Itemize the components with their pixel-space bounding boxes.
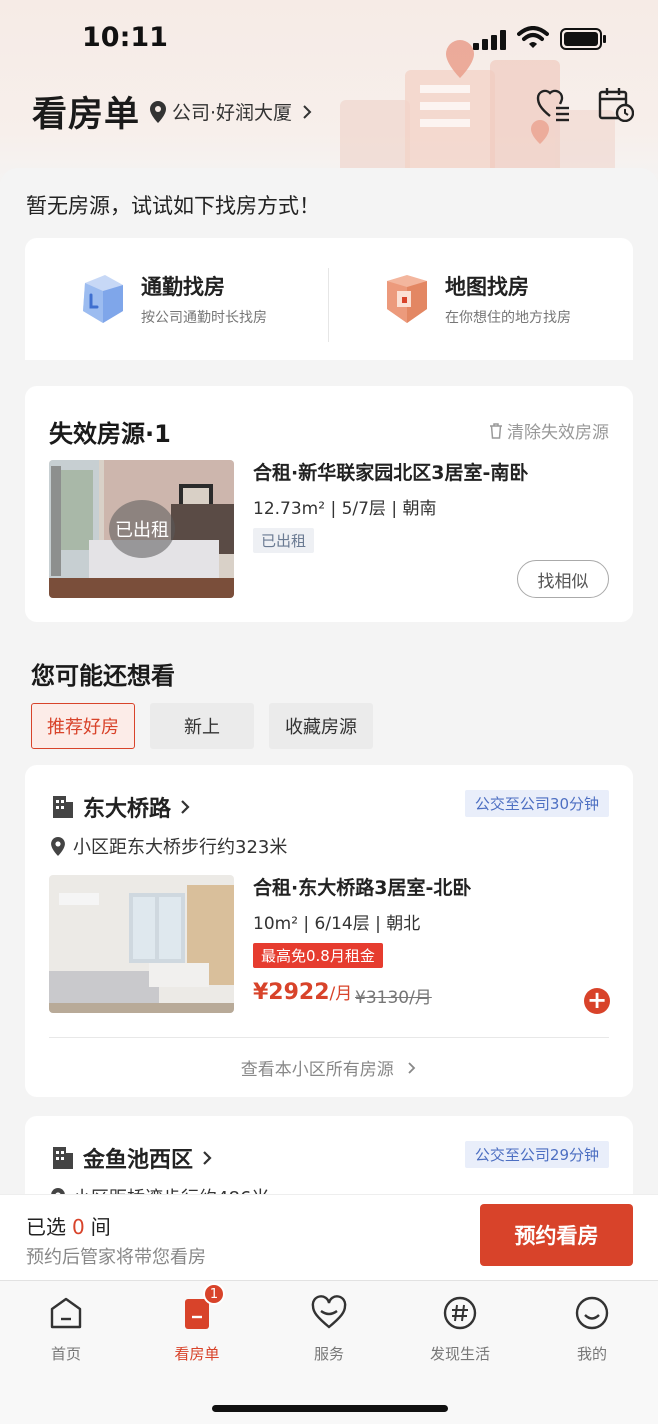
- content-area[interactable]: 暂无房源，试试如下找房方式！ 通勤找房 按公司通勤时长找房 地图找房 在你想住的…: [0, 168, 658, 1194]
- tab-label: 看房单: [174, 1345, 220, 1363]
- location-selector[interactable]: 公司·好润大厦: [150, 98, 318, 125]
- map-search-title: 地图找房: [445, 275, 529, 299]
- selected-prefix: 已选: [26, 1215, 66, 1239]
- commute-search-title: 通勤找房: [141, 275, 225, 299]
- invalid-listings-card: 失效房源·1 清除失效房源 已出租 合租·新华联家园北区3居室-南卧 12.73…: [25, 386, 633, 622]
- tab-profile[interactable]: 我的: [542, 1295, 642, 1364]
- recommend-filter-chips: 推荐好房 新上 收藏房源: [31, 703, 373, 749]
- selected-count: 已选 0 间: [26, 1211, 111, 1240]
- tab-viewing-list[interactable]: 1 看房单: [147, 1283, 247, 1364]
- status-time: 10:11: [82, 22, 168, 53]
- promo-tag: 最高免0.8月租金: [253, 943, 383, 968]
- tab-services[interactable]: 服务: [279, 1295, 379, 1364]
- chevron-right-icon: [408, 1062, 416, 1074]
- divider: [49, 1037, 609, 1038]
- estate-distance: 小区距桥湾步行约486米: [51, 1184, 269, 1194]
- listing-photo[interactable]: 已出租: [49, 460, 234, 598]
- map-search-icon: [387, 275, 427, 323]
- schedule-calendar-icon[interactable]: [598, 86, 634, 122]
- hashtag-icon: [443, 1296, 477, 1330]
- tab-badge: 1: [203, 1283, 225, 1305]
- map-search-subtitle: 在你想住的地方找房: [445, 310, 571, 326]
- listing-meta: 10m² | 6/14层 | 朝北: [253, 914, 421, 934]
- smile-icon: [575, 1296, 609, 1330]
- book-viewing-button[interactable]: 预约看房: [480, 1204, 633, 1266]
- estate-card: 金鱼池西区 公交至公司29分钟 小区距桥湾步行约486米: [25, 1116, 633, 1194]
- chip-favorites[interactable]: 收藏房源: [269, 703, 373, 749]
- may-like-title: 您可能还想看: [31, 662, 175, 690]
- commute-badge: 公交至公司29分钟: [464, 1141, 609, 1168]
- add-to-list-button[interactable]: +: [584, 988, 610, 1014]
- chip-new[interactable]: 新上: [150, 703, 254, 749]
- invalid-section-title: 失效房源·1: [49, 420, 171, 448]
- price-value: ¥2922: [253, 980, 330, 1005]
- estate-distance-label: 小区距东大桥步行约323米: [73, 837, 288, 858]
- tab-label: 发现生活: [429, 1345, 490, 1363]
- estate-name: 东大桥路: [83, 797, 172, 822]
- selected-suffix: 间: [90, 1215, 111, 1239]
- chevron-right-icon: [303, 104, 312, 119]
- tab-home[interactable]: 首页: [16, 1295, 116, 1364]
- status-bar: 10:11: [0, 0, 658, 80]
- heart-service-icon: [311, 1295, 347, 1329]
- original-price: ¥3130/月: [355, 988, 432, 1008]
- estate-name: 金鱼池西区: [83, 1148, 194, 1173]
- estate-name-link[interactable]: 东大桥路: [51, 791, 199, 823]
- rented-tag: 已出租: [253, 528, 315, 553]
- commute-badge: 公交至公司30分钟: [464, 790, 609, 817]
- home-icon: [50, 1297, 82, 1329]
- tab-discover[interactable]: 发现生活: [410, 1295, 510, 1364]
- listing-title[interactable]: 合租·新华联家园北区3居室-南卧: [253, 458, 528, 485]
- favorites-list-icon[interactable]: [536, 86, 572, 122]
- rented-overlay: 已出租: [109, 500, 175, 558]
- building-icon: [53, 1147, 73, 1169]
- listing-title[interactable]: 合租·东大桥路3居室-北卧: [253, 873, 471, 900]
- estate-name-link[interactable]: 金鱼池西区: [51, 1142, 221, 1174]
- view-all-estate-listings[interactable]: 查看本小区所有房源: [25, 1055, 633, 1080]
- price-unit: /月: [329, 984, 353, 1004]
- chevron-right-icon: [181, 800, 190, 814]
- booking-hint: 预约后管家将带您看房: [26, 1247, 206, 1268]
- location-label: 公司·好润大厦: [172, 102, 293, 124]
- chip-recommended[interactable]: 推荐好房: [31, 703, 135, 749]
- commute-search-option[interactable]: 通勤找房 按公司通勤时长找房: [79, 238, 267, 360]
- cellular-signal-icon: [473, 30, 506, 50]
- listing-meta: 12.73m² | 5/7层 | 朝南: [253, 499, 437, 519]
- booking-bar: 已选 0 间 预约后管家将带您看房 预约看房: [0, 1194, 658, 1280]
- header: 10:11 看房单 公司·好润大厦: [0, 0, 658, 190]
- trash-icon: [490, 423, 502, 439]
- listing-photo[interactable]: [49, 875, 234, 1013]
- selected-number: 0: [72, 1215, 85, 1239]
- wifi-icon: [517, 26, 549, 48]
- commute-clock-icon: [83, 275, 123, 323]
- estate-distance-label: 小区距桥湾步行约486米: [73, 1184, 269, 1194]
- tab-label: 我的: [576, 1345, 607, 1363]
- find-similar-button[interactable]: 找相似: [517, 560, 609, 598]
- tab-label: 首页: [50, 1345, 81, 1363]
- commute-search-subtitle: 按公司通勤时长找房: [141, 310, 267, 326]
- clear-invalid-button[interactable]: 清除失效房源: [489, 418, 609, 443]
- map-search-option[interactable]: 地图找房 在你想住的地方找房: [383, 238, 571, 360]
- view-all-label: 查看本小区所有房源: [240, 1060, 394, 1080]
- divider: [328, 268, 329, 342]
- clear-invalid-label: 清除失效房源: [507, 423, 609, 443]
- page-title: 看房单: [32, 95, 141, 135]
- location-pin-icon: [51, 836, 65, 856]
- tab-label: 服务: [313, 1345, 344, 1363]
- location-pin-icon: [150, 100, 166, 123]
- find-methods-card: 通勤找房 按公司通勤时长找房 地图找房 在你想住的地方找房: [25, 238, 633, 360]
- estate-card: 东大桥路 公交至公司30分钟 小区距东大桥步行约323米 合租·东大桥路3居室-…: [25, 765, 633, 1097]
- empty-hint: 暂无房源，试试如下找房方式！: [26, 194, 320, 218]
- battery-icon: [560, 28, 606, 50]
- home-indicator: [212, 1405, 448, 1412]
- tab-bar: 首页 1 看房单 服务 发现生活 我的: [0, 1280, 658, 1424]
- chevron-right-icon: [203, 1151, 212, 1165]
- building-icon: [53, 796, 73, 818]
- listing-price: ¥2922/月: [253, 979, 352, 1005]
- bedroom-photo: [49, 875, 234, 1013]
- estate-distance: 小区距东大桥步行约323米: [51, 833, 287, 859]
